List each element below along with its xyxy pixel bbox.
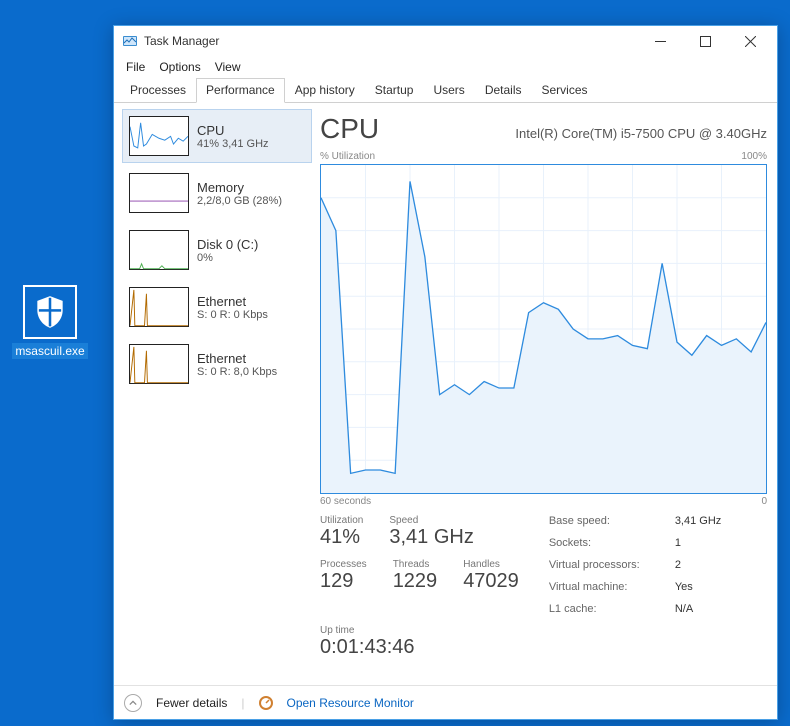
- stat-label: Handles: [463, 559, 519, 570]
- minimize-button[interactable]: [638, 27, 683, 56]
- tab-details[interactable]: Details: [475, 78, 532, 103]
- detail-val: N/A: [675, 603, 693, 615]
- ethernet-thumb-icon: [129, 287, 189, 327]
- chart-x-right: 0: [761, 496, 767, 507]
- cpu-detail-table: Base speed: 3,41 GHz Sockets: 1 Virtual pr…: [549, 515, 721, 615]
- detail-key: Virtual processors:: [549, 559, 659, 571]
- shield-icon: [23, 285, 77, 339]
- sidebar-item-sub: 0%: [197, 252, 258, 264]
- sidebar-item-label: Disk 0 (C:): [197, 237, 258, 252]
- sidebar-item-label: Memory: [197, 180, 282, 195]
- tab-processes[interactable]: Processes: [120, 78, 196, 103]
- detail-key: Base speed:: [549, 515, 659, 527]
- detail-val: 1: [675, 537, 681, 549]
- detail-key: Sockets:: [549, 537, 659, 549]
- resource-monitor-icon: [259, 696, 273, 710]
- desktop-shortcut-label: msascuil.exe: [12, 343, 87, 359]
- detail-key: Virtual machine:: [549, 581, 659, 593]
- cpu-subtitle: Intel(R) Core(TM) i5-7500 CPU @ 3.40GHz: [399, 126, 767, 141]
- stat-value: 41%: [320, 526, 363, 549]
- sidebar-item-ethernet-1[interactable]: Ethernet S: 0 R: 8,0 Kbps: [122, 337, 312, 391]
- chart-y-max: 100%: [741, 151, 767, 162]
- tab-startup[interactable]: Startup: [365, 78, 424, 103]
- sidebar-item-memory[interactable]: Memory 2,2/8,0 GB (28%): [122, 166, 312, 220]
- tab-performance[interactable]: Performance: [196, 78, 285, 103]
- task-manager-window: Task Manager File Options View Processes…: [113, 25, 778, 720]
- stat-value: 0:01:43:46: [320, 636, 767, 659]
- chevron-up-icon[interactable]: [124, 694, 142, 712]
- app-icon: [122, 33, 138, 49]
- close-button[interactable]: [728, 27, 773, 56]
- chart-x-left: 60 seconds: [320, 496, 371, 507]
- sidebar-item-disk0[interactable]: Disk 0 (C:) 0%: [122, 223, 312, 277]
- tab-services[interactable]: Services: [532, 78, 598, 103]
- titlebar[interactable]: Task Manager: [114, 26, 777, 56]
- menu-file[interactable]: File: [120, 57, 151, 77]
- page-title: CPU: [320, 113, 379, 145]
- maximize-button[interactable]: [683, 27, 728, 56]
- menu-view[interactable]: View: [209, 57, 247, 77]
- sidebar-item-label: Ethernet: [197, 351, 277, 366]
- sidebar-item-sub: 2,2/8,0 GB (28%): [197, 195, 282, 207]
- menubar: File Options View: [114, 56, 777, 78]
- fewer-details-button[interactable]: Fewer details: [156, 696, 227, 710]
- stat-value: 129: [320, 570, 367, 593]
- sidebar-item-ethernet-0[interactable]: Ethernet S: 0 R: 0 Kbps: [122, 280, 312, 334]
- desktop-shortcut[interactable]: msascuil.exe: [10, 285, 90, 359]
- sidebar-item-cpu[interactable]: CPU 41% 3,41 GHz: [122, 109, 312, 163]
- stat-label: Processes: [320, 559, 367, 570]
- cpu-thumb-icon: [129, 116, 189, 156]
- cpu-usage-chart: [320, 164, 767, 494]
- stat-value: 1229: [393, 570, 438, 593]
- detail-val: 3,41 GHz: [675, 515, 721, 527]
- tab-app-history[interactable]: App history: [285, 78, 365, 103]
- stat-label: Speed: [389, 515, 473, 526]
- sidebar-item-sub: S: 0 R: 0 Kbps: [197, 309, 268, 321]
- stat-value: 3,41 GHz: [389, 526, 473, 549]
- cpu-panel: CPU Intel(R) Core(TM) i5-7500 CPU @ 3.40…: [318, 109, 769, 681]
- window-title: Task Manager: [144, 34, 219, 48]
- stat-value: 47029: [463, 570, 519, 593]
- content-area: CPU 41% 3,41 GHz Memory 2,2/8,0 GB (28%): [114, 103, 777, 685]
- menu-options[interactable]: Options: [153, 57, 206, 77]
- sidebar-item-sub: S: 0 R: 8,0 Kbps: [197, 366, 277, 378]
- detail-val: 2: [675, 559, 681, 571]
- footer-bar: Fewer details | Open Resource Monitor: [114, 685, 777, 719]
- memory-thumb-icon: [129, 173, 189, 213]
- stat-label: Utilization: [320, 515, 363, 526]
- disk-thumb-icon: [129, 230, 189, 270]
- perf-sidebar: CPU 41% 3,41 GHz Memory 2,2/8,0 GB (28%): [122, 109, 312, 681]
- stat-label: Up time: [320, 625, 767, 636]
- detail-val: Yes: [675, 581, 693, 593]
- sidebar-item-label: Ethernet: [197, 294, 268, 309]
- tab-users[interactable]: Users: [423, 78, 474, 103]
- detail-key: L1 cache:: [549, 603, 659, 615]
- ethernet-thumb-icon: [129, 344, 189, 384]
- sidebar-item-sub: 41% 3,41 GHz: [197, 138, 269, 150]
- stat-label: Threads: [393, 559, 438, 570]
- tabstrip: Processes Performance App history Startu…: [114, 78, 777, 103]
- sidebar-item-label: CPU: [197, 123, 269, 138]
- chart-y-label: % Utilization: [320, 151, 375, 162]
- open-resource-monitor-link[interactable]: Open Resource Monitor: [287, 696, 414, 710]
